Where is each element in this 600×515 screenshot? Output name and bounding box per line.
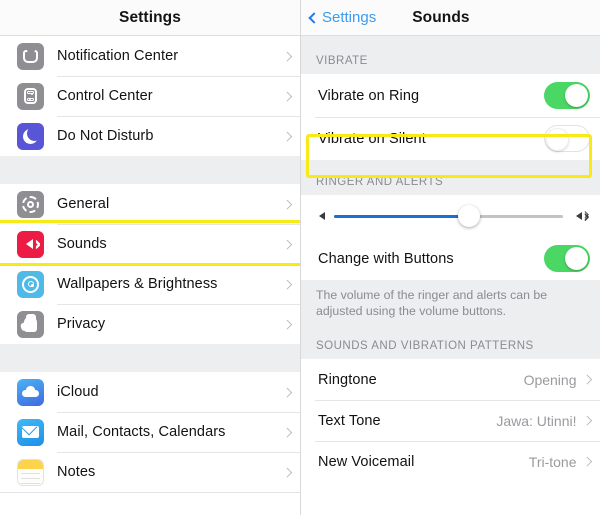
back-button-label: Settings [322, 9, 377, 26]
speaker-high-icon [572, 211, 588, 221]
detail-page-title: Sounds [412, 8, 470, 26]
sidebar-item-sounds[interactable]: Sounds [0, 224, 300, 264]
page-title: Settings [119, 8, 181, 26]
control-center-icon [17, 82, 44, 110]
volume-slider-thumb[interactable] [457, 205, 480, 227]
section-header-sounds-and-vibration-patterns: SOUNDS AND VIBRATION PATTERNS [301, 327, 600, 359]
sidebar-item-label: Wallpapers & Brightness [57, 276, 218, 292]
row-label: Vibrate on Ring [318, 87, 420, 104]
row-ringtone[interactable]: Ringtone Opening [301, 359, 600, 400]
speaker-icon [17, 230, 44, 258]
settings-group-system: Notification Center Control Center Do No… [0, 36, 300, 156]
sidebar-item-label: Do Not Disturb [57, 128, 154, 144]
toggle-change-with-buttons[interactable] [544, 245, 590, 272]
section-header-vibrate: VIBRATE [301, 36, 600, 74]
chevron-right-icon [282, 427, 292, 437]
sidebar-item-control-center[interactable]: Control Center [0, 76, 300, 116]
sidebar-item-label: Notification Center [57, 48, 179, 64]
envelope-icon [17, 418, 44, 446]
toggle-vibrate-on-silent[interactable] [544, 125, 590, 152]
sidebar-item-label: iCloud [57, 384, 99, 400]
sidebar-item-label: Control Center [57, 88, 153, 104]
ios-settings-split-view: Settings Notification Center Control Cen… [0, 0, 600, 515]
notification-center-icon [17, 42, 44, 70]
row-label: Change with Buttons [318, 250, 454, 267]
section-header-ringer-and-alerts: RINGER AND ALERTS [301, 160, 600, 195]
speaker-low-icon [315, 212, 325, 220]
back-button[interactable]: Settings [308, 9, 377, 26]
chevron-left-icon [308, 11, 320, 24]
hand-icon [17, 310, 44, 338]
row-label: Text Tone [318, 412, 381, 429]
chevron-right-icon [582, 456, 592, 467]
sidebar-item-icloud[interactable]: iCloud [0, 372, 300, 412]
row-divider [0, 492, 300, 493]
chevron-right-icon [282, 239, 292, 249]
section-header-label: VIBRATE [316, 55, 368, 67]
sidebar-item-general[interactable]: General [0, 184, 300, 224]
volume-slider[interactable] [334, 205, 563, 227]
row-vibrate-on-silent[interactable]: Vibrate on Silent [301, 117, 600, 160]
moon-icon [17, 122, 44, 150]
cloud-icon [17, 378, 44, 406]
chevron-right-icon [282, 131, 292, 141]
row-value: Opening [523, 371, 577, 388]
settings-master-panel: Settings Notification Center Control Cen… [0, 0, 301, 515]
chevron-right-icon [282, 387, 292, 397]
chevron-right-icon [282, 91, 292, 101]
right-navigation-bar: Settings Sounds [301, 0, 600, 36]
sidebar-item-wallpapers-brightness[interactable]: Wallpapers & Brightness [0, 264, 300, 304]
sidebar-item-label: Notes [57, 464, 96, 480]
sidebar-item-privacy[interactable]: Privacy [0, 304, 300, 344]
row-label: New Voicemail [318, 453, 415, 470]
row-new-voicemail[interactable]: New Voicemail Tri-tone [301, 441, 600, 482]
chevron-right-icon [282, 279, 292, 289]
sidebar-item-mail-contacts-calendars[interactable]: Mail, Contacts, Calendars [0, 412, 300, 452]
chevron-right-icon [582, 415, 592, 426]
chevron-right-icon [282, 467, 292, 477]
section-footer-ringer: The volume of the ringer and alerts can … [301, 280, 600, 327]
sidebar-item-label: General [57, 196, 110, 212]
gear-icon [17, 190, 44, 218]
group-divider [0, 156, 300, 184]
row-vibrate-on-ring[interactable]: Vibrate on Ring [301, 74, 600, 117]
settings-group-device: General Sounds Wallpapers & Brightness P… [0, 184, 300, 344]
section-header-label: RINGER AND ALERTS [316, 176, 444, 188]
sidebar-item-label: Mail, Contacts, Calendars [57, 424, 226, 440]
left-navigation-bar: Settings [0, 0, 300, 36]
sidebar-item-notification-center[interactable]: Notification Center [0, 36, 300, 76]
notes-icon [17, 458, 44, 486]
chevron-right-icon [282, 51, 292, 61]
row-label: Ringtone [318, 371, 377, 388]
chevron-right-icon [582, 374, 592, 385]
flower-icon [17, 270, 44, 298]
row-text-tone[interactable]: Text Tone Jawa: Utinni! [301, 400, 600, 441]
row-change-with-buttons[interactable]: Change with Buttons [301, 237, 600, 280]
sidebar-item-do-not-disturb[interactable]: Do Not Disturb [0, 116, 300, 156]
section-header-label: SOUNDS AND VIBRATION PATTERNS [316, 340, 534, 352]
sidebar-item-notes[interactable]: Notes [0, 452, 300, 492]
sounds-detail-panel: Settings Sounds VIBRATE Vibrate on Ring … [301, 0, 600, 515]
row-value: Tri-tone [528, 453, 577, 470]
sidebar-item-label: Sounds [57, 236, 107, 252]
sidebar-item-label: Privacy [57, 316, 106, 332]
toggle-vibrate-on-ring[interactable] [544, 82, 590, 109]
volume-slider-row [301, 195, 600, 237]
row-label: Vibrate on Silent [318, 130, 426, 147]
chevron-right-icon [282, 199, 292, 209]
chevron-right-icon [282, 319, 292, 329]
settings-group-accounts: iCloud Mail, Contacts, Calendars Notes [0, 372, 300, 493]
row-value: Jawa: Utinni! [496, 412, 577, 429]
group-divider [0, 344, 300, 372]
